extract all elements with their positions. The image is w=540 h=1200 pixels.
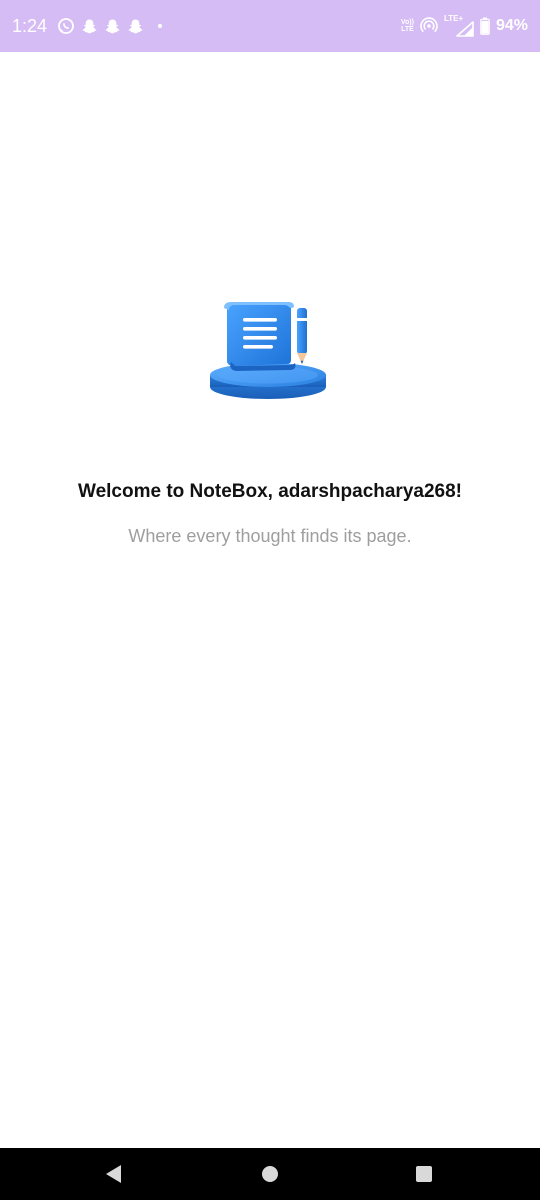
volte-icon: Vo)) LTE: [400, 19, 414, 33]
welcome-subtitle: Where every thought finds its page.: [128, 526, 412, 546]
home-icon: [262, 1166, 278, 1182]
status-time: 1:24: [12, 15, 48, 36]
splash-screen: 1:24 Vo)) LTE LTE+ 94% Welcome to NoteBo…: [0, 0, 540, 1200]
whatsapp-icon: [57, 17, 75, 35]
status-bar: 1:24 Vo)) LTE LTE+ 94%: [0, 0, 540, 52]
welcome-title: Welcome to NoteBox, adarshpacharya268!: [77, 481, 462, 502]
notes-scroll-pencil-illustration: [205, 298, 335, 404]
back-button[interactable]: [83, 1148, 143, 1200]
navigation-bar: [0, 1148, 540, 1200]
hotspot-icon: [420, 17, 438, 35]
snapchat-icon: [127, 18, 144, 35]
back-icon: [106, 1165, 121, 1183]
home-button[interactable]: [240, 1148, 300, 1200]
recents-icon: [416, 1166, 432, 1182]
snapchat-icon: [81, 18, 98, 35]
snapchat-icon: [104, 18, 121, 35]
lte-signal-icon: LTE+: [444, 15, 474, 37]
notification-dot-icon: [158, 24, 163, 28]
battery-percent: 94%: [495, 17, 528, 34]
status-bar-right: Vo)) LTE LTE+ 94%: [401, 15, 528, 37]
battery-icon: [480, 17, 490, 35]
recents-button[interactable]: [394, 1148, 454, 1200]
status-bar-left: 1:24: [12, 15, 163, 37]
